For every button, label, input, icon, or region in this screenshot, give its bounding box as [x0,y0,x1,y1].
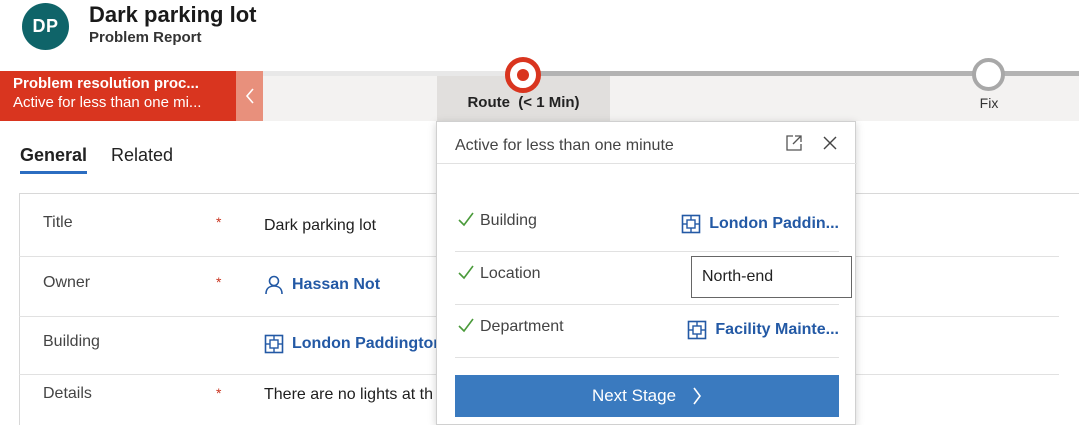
field-label-details: Details [43,385,92,402]
required-marker: * [216,274,222,290]
owner-name[interactable]: Hassan Not [292,276,380,294]
entity-record-icon [264,334,284,354]
step-label: Department [480,318,564,335]
owner-link[interactable]: Hassan Not [264,275,380,295]
page-title: Dark parking lot [89,2,257,27]
step-location: Location [455,252,852,305]
stage-fix-label[interactable]: Fix [960,95,1018,111]
chevron-right-icon [692,387,702,405]
required-marker: * [216,214,222,230]
close-icon [823,136,837,150]
popout-button[interactable] [784,133,804,153]
process-status: Active for less than one mi... [13,94,202,111]
person-icon [264,275,284,295]
tab-related[interactable]: Related [111,145,173,166]
close-button[interactable] [820,133,840,153]
stage-fix-icon[interactable] [972,58,1005,91]
next-stage-label: Next Stage [591,386,677,405]
field-label-title: Title [43,214,73,231]
process-summary[interactable]: Problem resolution proc... Active for le… [0,71,236,121]
checkmark-icon [458,265,474,280]
required-marker: * [216,385,222,401]
next-stage-button[interactable]: Next Stage [455,375,839,417]
step-department-value[interactable]: Facility Mainte... [715,321,839,339]
stage-status: Active for less than one minute [455,137,674,154]
checkmark-icon [458,318,474,333]
entity-record-icon [687,320,707,340]
avatar: DP [22,3,69,50]
field-label-building: Building [43,333,100,350]
step-building: Building London Paddin... [455,199,839,252]
step-label: Building [480,212,537,229]
stage-route-label[interactable]: Route (< 1 Min) [437,94,610,111]
popout-icon [786,135,802,151]
collapse-process-button[interactable] [236,71,263,121]
entity-record-icon [681,214,701,234]
step-department: Department Facility Mainte... [455,305,839,358]
location-input[interactable] [691,256,852,298]
field-label-owner: Owner [43,274,91,291]
step-building-link[interactable]: London Paddin... [681,214,839,234]
record-entity-type: Problem Report [89,29,202,46]
tab-general[interactable]: General [20,145,88,174]
step-building-value[interactable]: London Paddin... [709,215,839,233]
divider [437,163,857,164]
building-link[interactable]: London Paddington [264,334,438,354]
step-label: Location [480,265,541,282]
details-value[interactable]: There are no lights at th [264,386,438,404]
checkmark-icon [458,212,474,227]
stage-route-active-icon[interactable] [505,57,541,93]
step-department-link[interactable]: Facility Mainte... [687,320,839,340]
stage-flyout: Active for less than one minute Building… [436,121,857,425]
building-name[interactable]: London Paddington [292,335,438,353]
chevron-left-icon [245,88,254,104]
process-name: Problem resolution proc... [13,75,199,92]
title-value[interactable]: Dark parking lot [264,217,376,235]
